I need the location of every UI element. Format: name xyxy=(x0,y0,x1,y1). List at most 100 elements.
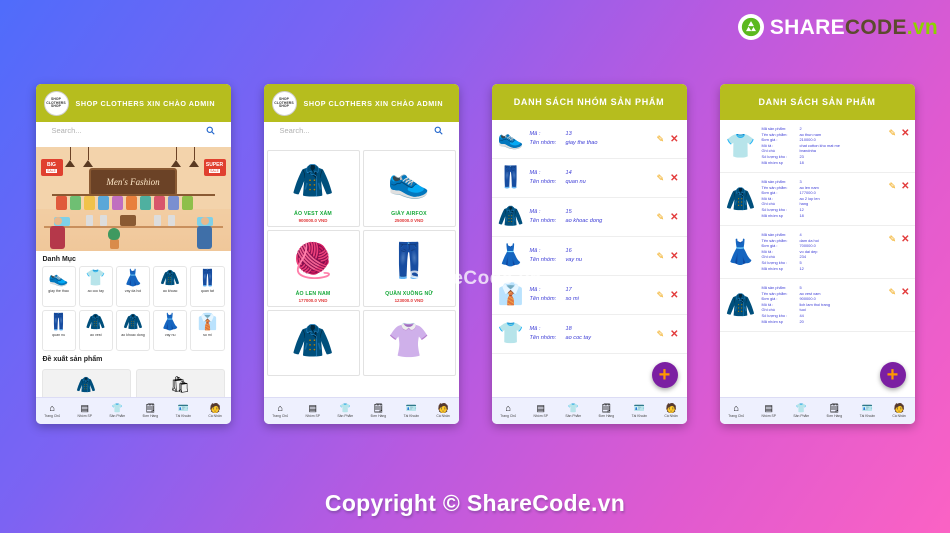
x-delete-icon[interactable]: ✕ xyxy=(901,287,909,298)
pencil-icon[interactable]: ✎ xyxy=(657,134,665,145)
group-row[interactable]: 👔 Mã : 17 Tên nhóm: so mi ✎ ✕ xyxy=(491,276,687,315)
product-name: ÁO VEST XÁM xyxy=(294,211,332,217)
category-item[interactable]: 🧥 ao khoac dong xyxy=(115,310,151,351)
home-icon: ⌂ xyxy=(49,403,55,413)
nav-item-nhom-sp[interactable]: ▤ Nhóm SP xyxy=(305,404,320,419)
nav-item-don-hang[interactable]: 🗒 Đơn Hàng xyxy=(827,404,843,419)
nav-item-nhom-sp[interactable]: ▤ Nhóm SP xyxy=(761,404,776,419)
nav-item-don-hang[interactable]: 🗒 Đơn Hàng xyxy=(143,403,159,419)
product-card[interactable]: 🧥 xyxy=(266,310,360,376)
group-ten-label: Tên nhóm: xyxy=(529,335,557,341)
category-item[interactable]: 👕 ao coc tay xyxy=(78,266,113,307)
mannequin-bust xyxy=(153,215,161,226)
nav-item-trang-chu[interactable]: ⌂ Trang Chủ xyxy=(44,403,60,419)
search-icon[interactable] xyxy=(434,126,443,135)
nav-item-san-pham[interactable]: 👕 Sản Phẩm xyxy=(793,403,809,419)
nav-item-ca-nhan[interactable]: 🧑 Cá Nhân xyxy=(892,403,905,419)
product-card[interactable]: 🧶 ÁO LEN NAM 177000.0 VND xyxy=(266,230,360,307)
category-item[interactable]: 👖 quan nu xyxy=(41,310,76,351)
pencil-icon[interactable]: ✎ xyxy=(657,290,665,301)
x-delete-icon[interactable]: ✕ xyxy=(670,212,678,223)
pencil-icon[interactable]: ✎ xyxy=(657,212,665,223)
person-icon: 🧑 xyxy=(209,403,221,413)
nav-item-san-pham[interactable]: 👕 Sản Phẩm xyxy=(337,404,353,419)
x-delete-icon[interactable]: ✕ xyxy=(670,329,678,340)
x-delete-icon[interactable]: ✕ xyxy=(670,173,678,184)
group-row[interactable]: 🧥 Mã : 15 Tên nhóm: ao khoac dong ✎ ✕ xyxy=(491,198,687,237)
add-product-fab[interactable]: + xyxy=(879,362,906,388)
nav-label: Nhóm SP xyxy=(533,414,548,418)
nav-item-tai-khoan[interactable]: 🪪 Tài Khoản xyxy=(176,404,191,419)
group-row[interactable]: 👕 Mã : 18 Tên nhóm: ao coc tay ✎ ✕ xyxy=(491,315,687,354)
category-item[interactable]: 🧥 ao khoac xyxy=(153,266,188,307)
category-item[interactable]: 👔 so mi xyxy=(190,310,225,351)
search-icon[interactable] xyxy=(206,126,215,135)
nav-item-trang-chu[interactable]: ⌂ Trang Chủ xyxy=(728,404,744,419)
shopper-body xyxy=(49,226,65,249)
pencil-icon[interactable]: ✎ xyxy=(889,181,897,192)
plant-pot xyxy=(109,239,119,249)
nav-item-san-pham[interactable]: 👕 Sản Phẩm xyxy=(109,404,125,419)
group-row-actions: ✎ ✕ xyxy=(657,134,681,145)
nav-item-nhom-sp[interactable]: ▤ Nhóm SP xyxy=(533,404,548,419)
nav-label: Nhóm SP xyxy=(305,414,320,418)
nav-item-don-hang[interactable]: 🗒 Đơn Hàng xyxy=(371,404,387,419)
pencil-icon[interactable]: ✎ xyxy=(889,234,897,245)
category-item[interactable]: 👟 giay the thao xyxy=(41,266,76,307)
group-ma-value: 13 xyxy=(565,131,572,137)
recommend-card[interactable]: 🧥 xyxy=(41,369,131,397)
pencil-icon[interactable]: ✎ xyxy=(657,173,665,184)
x-delete-icon[interactable]: ✕ xyxy=(670,134,678,145)
home-search-input[interactable]: Search... xyxy=(43,122,223,139)
nav-label: Tài Khoản xyxy=(859,414,876,418)
recommend-card[interactable]: 🛍 xyxy=(135,369,225,397)
category-item[interactable]: 👗 vay nu xyxy=(153,310,188,351)
product-card[interactable]: 👟 GIÀY AIRFOX 250000.0 VND xyxy=(362,150,456,227)
product-image: 👖 xyxy=(387,242,431,280)
pencil-icon[interactable]: ✎ xyxy=(657,329,665,340)
pencil-icon[interactable]: ✎ xyxy=(889,128,897,139)
category-label: giay the thao xyxy=(48,289,69,293)
x-delete-icon[interactable]: ✕ xyxy=(901,234,909,245)
product-card[interactable]: 🧥 ÁO VEST XÁM 900000.0 VND xyxy=(266,150,360,227)
x-delete-icon[interactable]: ✕ xyxy=(901,181,909,192)
pencil-icon[interactable]: ✎ xyxy=(657,251,665,262)
nav-item-tai-khoan[interactable]: 🪪 Tài Khoản xyxy=(404,404,419,419)
nav-item-tai-khoan[interactable]: 🪪 Tài Khoản xyxy=(632,404,647,419)
group-ma-label: Mã : xyxy=(529,131,541,137)
x-delete-icon[interactable]: ✕ xyxy=(901,128,909,139)
grid-search-input[interactable]: Search... xyxy=(271,122,451,139)
group-row[interactable]: 👗 Mã : 16 Tên nhóm: vay nu ✎ ✕ xyxy=(491,237,687,276)
product-card[interactable]: 👖 QUẦN XUỒNG NỮ 123000.0 VND xyxy=(362,230,456,307)
category-item[interactable]: 👖 quan tat xyxy=(190,266,225,307)
nav-item-san-pham[interactable]: 👕 Sản Phẩm xyxy=(565,404,581,419)
nav-item-trang-chu[interactable]: ⌂ Trang Chủ xyxy=(500,404,516,419)
person-icon: 🧑 xyxy=(893,403,905,413)
product-detail-row[interactable]: 🧥 Mã sản phẩm: 5 Tên sản phẩm: ao vest xam… xyxy=(719,279,915,332)
x-delete-icon[interactable]: ✕ xyxy=(670,290,678,301)
phone-group-list-screen: DANH SÁCH NHÓM SẢN PHẨM 👟 Mã : 13 Tên nhó… xyxy=(491,84,687,424)
group-row-actions: ✎ ✕ xyxy=(657,329,681,340)
group-row[interactable]: 👖 Mã : 14 Tên nhóm: quan nu ✎ ✕ xyxy=(491,159,687,198)
nav-item-ca-nhan[interactable]: 🧑 Cá Nhân xyxy=(208,403,221,419)
nav-item-ca-nhan[interactable]: 🧑 Cá Nhân xyxy=(436,404,449,419)
product-detail-row[interactable]: 🧥 Mã sản phẩm: 3 Tên sản phẩm: ao len nam … xyxy=(719,173,915,226)
nav-item-nhom-sp[interactable]: ▤ Nhóm SP xyxy=(77,404,92,419)
order-icon: 🗒 xyxy=(144,403,157,413)
category-item[interactable]: 👗 vay da hoi xyxy=(115,266,151,307)
add-group-fab[interactable]: + xyxy=(651,362,678,388)
category-item[interactable]: 🧥 ao vest xyxy=(78,310,113,351)
nav-item-trang-chu[interactable]: ⌂ Trang Chủ xyxy=(272,404,288,419)
product-fields: Mã sản phẩm: 4 Tên sản phẩm: dam da hoi Đơ… xyxy=(762,232,884,271)
product-card[interactable]: 👚 xyxy=(362,310,456,376)
nav-item-don-hang[interactable]: 🗒 Đơn Hàng xyxy=(599,404,615,419)
tshirt-icon: 👕 xyxy=(795,403,807,413)
nav-item-ca-nhan[interactable]: 🧑 Cá Nhân xyxy=(664,404,677,419)
x-delete-icon[interactable]: ✕ xyxy=(670,251,678,262)
nav-item-tai-khoan[interactable]: 🪪 Tài Khoản xyxy=(859,404,876,419)
product-detail-row[interactable]: 👗 Mã sản phẩm: 4 Tên sản phẩm: dam da hoi … xyxy=(719,226,915,279)
pencil-icon[interactable]: ✎ xyxy=(889,287,897,298)
brand-vn: .vn xyxy=(906,15,938,39)
group-row[interactable]: 👟 Mã : 13 Tên nhóm: giay the thao ✎ ✕ xyxy=(491,120,687,159)
product-detail-row[interactable]: 👕 Mã sản phẩm: 2 Tên sản phẩm: ao thun nam… xyxy=(719,120,915,173)
